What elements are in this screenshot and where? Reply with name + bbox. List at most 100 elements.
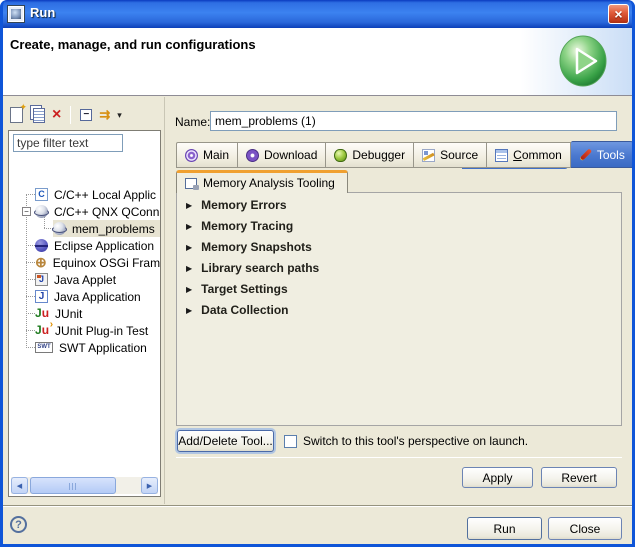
- eclipse-application-icon: [35, 239, 48, 252]
- section-target-settings[interactable]: ▶ Target Settings: [186, 280, 288, 298]
- tree-item-cpp-qnx-qconn[interactable]: − C/C++ QNX QConn: [9, 203, 160, 220]
- twistie-icon: ▶: [186, 306, 192, 315]
- configurations-panel: C C/C++ Local Applic − C/C++ QNX QConn m…: [8, 130, 161, 497]
- tab-source[interactable]: Source: [414, 142, 487, 168]
- tree-item-label: Java Applet: [52, 273, 118, 287]
- tab-label: Common: [513, 148, 562, 162]
- section-library-search-paths[interactable]: ▶ Library search paths: [186, 259, 319, 277]
- tab-label: Main: [203, 148, 229, 162]
- section-memory-snapshots[interactable]: ▶ Memory Snapshots: [186, 238, 312, 256]
- tree-item-label: Equinox OSGi Fram: [51, 256, 160, 270]
- add-delete-tool-button[interactable]: Add/Delete Tool...: [177, 430, 274, 452]
- scrollbar-thumb[interactable]: [30, 477, 116, 494]
- mem-problems-icon: [53, 222, 66, 235]
- java-applet-icon: J: [35, 273, 48, 286]
- tree-item-mem-problems[interactable]: mem_problems: [9, 220, 160, 237]
- tree-item-eclipse-application[interactable]: Eclipse Application: [9, 237, 160, 254]
- twistie-icon: ▶: [186, 285, 192, 294]
- run-dialog: Run × Create, manage, and run configurat…: [0, 0, 635, 547]
- junit-icon: Ju: [35, 307, 49, 320]
- tree-item-junit[interactable]: Ju JUnit: [9, 305, 160, 322]
- close-button[interactable]: Close: [548, 517, 622, 540]
- help-icon[interactable]: ?: [10, 516, 27, 533]
- equinox-osgi-icon: ⊕: [35, 256, 47, 269]
- tree-item-label: C/C++ QNX QConn: [52, 205, 160, 219]
- close-window-button[interactable]: ×: [608, 4, 629, 24]
- tree-item-equinox-osgi[interactable]: ⊕ Equinox OSGi Fram: [9, 254, 160, 271]
- inner-tab-label: Memory Analysis Tooling: [203, 176, 335, 190]
- section-memory-errors[interactable]: ▶ Memory Errors: [186, 196, 287, 214]
- name-label: Name:: [175, 115, 210, 129]
- tree-item-label: Eclipse Application: [52, 239, 156, 253]
- revert-button[interactable]: Revert: [541, 467, 617, 488]
- main-tab-icon: [185, 149, 198, 162]
- section-label: Memory Snapshots: [201, 240, 312, 254]
- tab-common[interactable]: Common: [487, 142, 571, 168]
- run-banner-icon: [558, 33, 610, 94]
- tree-item-label: C/C++ Local Applic: [52, 188, 158, 202]
- switch-perspective-checkbox[interactable]: [284, 435, 297, 448]
- config-toolbar: ✦ × − ⇉ ▾: [10, 103, 122, 127]
- filter-input[interactable]: [13, 134, 123, 152]
- tree-item-java-applet[interactable]: J Java Applet: [9, 271, 160, 288]
- tree-item-label: JUnit: [53, 307, 84, 321]
- tab-tools[interactable]: Tools: [571, 141, 635, 168]
- window-title: Run: [30, 5, 55, 20]
- section-label: Memory Errors: [201, 198, 286, 212]
- duplicate-configuration-icon[interactable]: [33, 108, 45, 123]
- tab-download[interactable]: Download: [238, 142, 326, 168]
- twistie-icon: ▶: [186, 264, 192, 273]
- scroll-right-arrow[interactable]: ▶: [141, 477, 158, 494]
- apply-separator: [176, 457, 622, 458]
- debugger-tab-icon: [334, 149, 347, 162]
- c-cpp-local-application-icon: C: [35, 188, 48, 201]
- apply-button[interactable]: Apply: [462, 467, 533, 488]
- tree-item-cpp-local-application[interactable]: C C/C++ Local Applic: [9, 186, 160, 203]
- tree-item-label: JUnit Plug-in Test: [53, 324, 150, 338]
- tree-item-java-application[interactable]: J Java Application: [9, 288, 160, 305]
- run-button[interactable]: Run: [467, 517, 542, 540]
- toolbar-dropdown-icon[interactable]: ▾: [117, 110, 122, 121]
- section-memory-tracing[interactable]: ▶ Memory Tracing: [186, 217, 293, 235]
- header-banner: Create, manage, and run configurations: [0, 28, 635, 96]
- common-tab-icon: [495, 149, 508, 162]
- collapse-all-icon[interactable]: −: [80, 109, 92, 121]
- section-label: Data Collection: [201, 303, 288, 317]
- collapse-expander-icon[interactable]: −: [22, 207, 31, 216]
- download-tab-icon: [246, 149, 259, 162]
- tree-item-label: mem_problems: [70, 222, 157, 236]
- window-icon: [8, 6, 24, 22]
- scroll-left-arrow[interactable]: ◀: [11, 477, 28, 494]
- tree-item-label: Java Application: [52, 290, 143, 304]
- tab-main[interactable]: Main: [176, 142, 238, 168]
- section-label: Target Settings: [201, 282, 287, 296]
- swt-application-icon: SWT: [35, 342, 53, 353]
- new-configuration-icon[interactable]: ✦: [10, 107, 23, 123]
- twistie-icon: ▶: [186, 222, 192, 231]
- panel-sash[interactable]: [164, 97, 165, 504]
- filter-launch-configurations-icon[interactable]: ⇉: [99, 107, 110, 123]
- section-data-collection[interactable]: ▶ Data Collection: [186, 301, 289, 319]
- switch-perspective-label: Switch to this tool's perspective on lau…: [303, 434, 528, 448]
- configurations-tree: C C/C++ Local Applic − C/C++ QNX QConn m…: [9, 157, 160, 476]
- header-title: Create, manage, and run configurations: [10, 37, 256, 52]
- tab-debugger[interactable]: Debugger: [326, 142, 414, 168]
- tab-label: Tools: [597, 148, 625, 162]
- junit-plugin-test-icon: Ju›: [35, 324, 49, 337]
- name-input[interactable]: [210, 111, 617, 131]
- toolbar-separator: [70, 106, 71, 124]
- java-application-icon: J: [35, 290, 48, 303]
- source-tab-icon: [422, 149, 435, 162]
- twistie-icon: ▶: [186, 201, 192, 210]
- tab-memory-analysis-tooling[interactable]: Memory Analysis Tooling: [176, 170, 348, 193]
- titlebar: Run ×: [0, 0, 635, 28]
- tree-horizontal-scrollbar[interactable]: ◀ ▶: [11, 477, 158, 494]
- tab-label: Download: [264, 148, 317, 162]
- delete-configuration-icon[interactable]: ×: [52, 108, 61, 122]
- tools-tab-icon: [579, 148, 592, 161]
- tab-label: Source: [440, 148, 478, 162]
- tree-item-swt-application[interactable]: SWT SWT Application: [9, 339, 160, 356]
- tree-item-junit-plugin-test[interactable]: Ju› JUnit Plug-in Test: [9, 322, 160, 339]
- section-label: Library search paths: [201, 261, 319, 275]
- tree-item-label: SWT Application: [57, 341, 149, 355]
